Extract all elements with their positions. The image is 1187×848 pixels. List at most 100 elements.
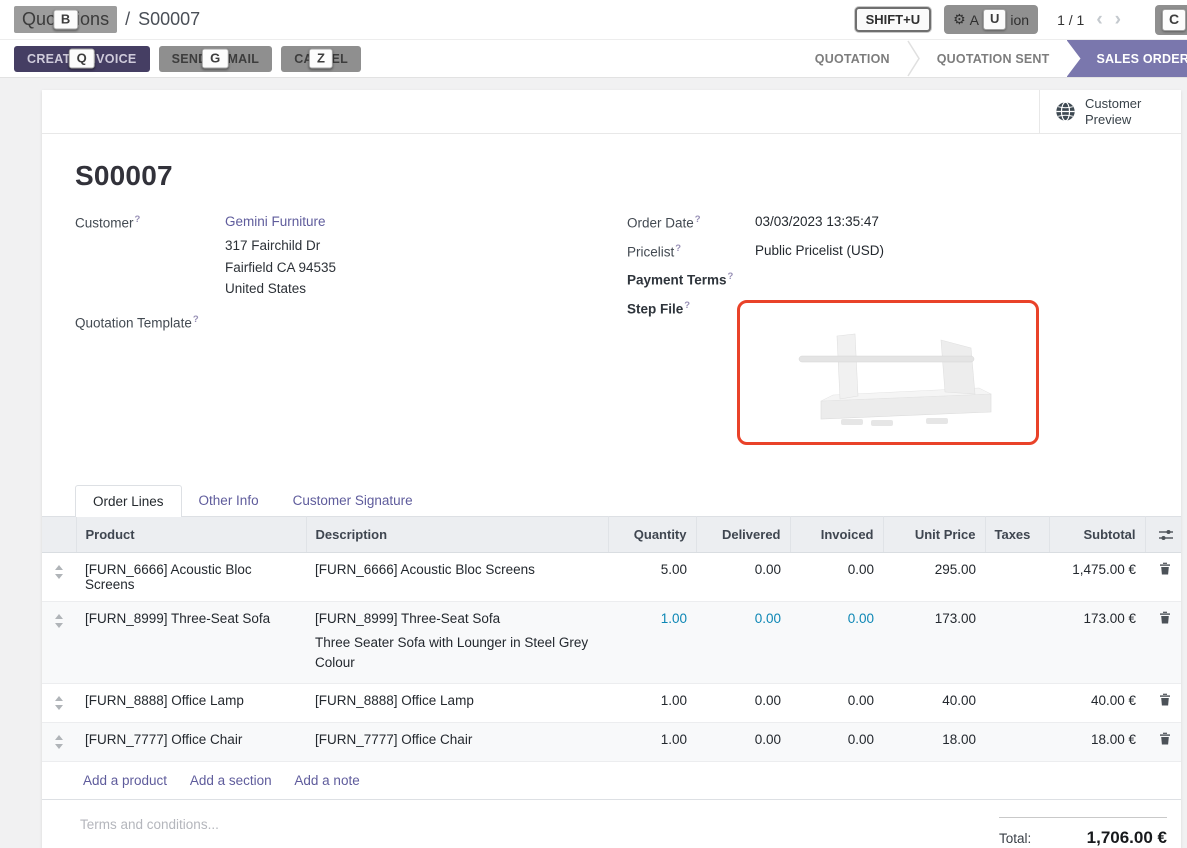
tab-customer-signature[interactable]: Customer Signature [276, 485, 430, 516]
new-record-button[interactable]: C [1155, 5, 1187, 35]
keyboard-hint-shift-u: SHIFT+U [855, 7, 932, 32]
help-icon: ? [193, 314, 199, 325]
terms-and-conditions-input[interactable]: Terms and conditions... [80, 817, 219, 848]
3d-part-preview [741, 306, 1035, 439]
cancel-button[interactable]: CANCEL Z [281, 46, 361, 72]
cell-taxes[interactable] [985, 601, 1049, 684]
add-a-section-link[interactable]: Add a section [190, 773, 272, 788]
statusbar: QUOTATION QUOTATION SENT SALES ORDER [798, 40, 1187, 77]
cell-delivered[interactable]: 0.00 [696, 684, 790, 723]
column-subtotal: Subtotal [1049, 516, 1145, 552]
updown-arrows-icon [54, 696, 64, 710]
delete-row-button[interactable] [1145, 552, 1181, 601]
gear-icon: ⚙ [953, 11, 966, 28]
cell-subtotal: 1,475.00 € [1049, 552, 1145, 601]
cell-description[interactable]: [FURN_8888] Office Lamp [306, 684, 608, 723]
cell-description[interactable]: [FURN_6666] Acoustic Bloc Screens [306, 552, 608, 601]
handle-column-header [42, 516, 76, 552]
delete-row-button[interactable] [1145, 723, 1181, 762]
row-drag-handle[interactable] [42, 684, 76, 723]
cell-delivered[interactable]: 0.00 [696, 552, 790, 601]
status-step-quotation-sent[interactable]: QUOTATION SENT [920, 40, 1067, 77]
action-menu-button[interactable]: ⚙ A U ion [944, 5, 1038, 33]
status-step-quotation[interactable]: QUOTATION [798, 40, 907, 77]
field-quotation-template: Quotation Template? [75, 314, 627, 331]
chevron-right-icon[interactable]: › [1115, 10, 1121, 29]
tab-other-info[interactable]: Other Info [182, 485, 276, 516]
trash-icon [1159, 611, 1171, 624]
order-lines-table: Product Description Quantity Delivered I… [42, 516, 1181, 801]
cell-description[interactable]: [FURN_7777] Office Chair [306, 723, 608, 762]
keyboard-hint-c: C [1162, 9, 1186, 31]
cell-invoiced[interactable]: 0.00 [790, 684, 883, 723]
cell-product[interactable]: [FURN_6666] Acoustic Bloc Screens [76, 552, 306, 601]
column-product: Product [76, 516, 306, 552]
navbar-controls: SHIFT+U ⚙ A U ion 1 / 1 ‹ › [855, 5, 1121, 33]
payment-terms-label: Payment Terms? [627, 271, 755, 288]
table-row: [FURN_7777] Office Chair [FURN_7777] Off… [42, 723, 1181, 762]
cell-quantity[interactable]: 1.00 [608, 601, 696, 684]
breadcrumb: Quotations B / S00007 [14, 6, 200, 33]
delete-row-button[interactable] [1145, 684, 1181, 723]
cell-invoiced[interactable]: 0.00 [790, 723, 883, 762]
pager-value: 1 / 1 [1057, 12, 1084, 28]
total-value: 1,706.00 € [1087, 828, 1167, 848]
help-icon: ? [728, 271, 734, 282]
table-row: [FURN_6666] Acoustic Bloc Screens [FURN_… [42, 552, 1181, 601]
action-menu-label-pre: A [970, 12, 979, 28]
cell-taxes[interactable] [985, 552, 1049, 601]
cell-taxes[interactable] [985, 723, 1049, 762]
customer-preview-label: Customer Preview [1085, 96, 1141, 127]
field-grid: Customer? Gemini Furniture 317 Fairchild… [75, 214, 1181, 457]
field-order-date: Order Date? 03/03/2023 13:35:47 [627, 214, 1181, 231]
row-drag-handle[interactable] [42, 601, 76, 684]
breadcrumb-record: S00007 [138, 9, 200, 30]
breadcrumb-app-link[interactable]: Quotations B [14, 6, 117, 33]
cell-product[interactable]: [FURN_8999] Three-Seat Sofa [76, 601, 306, 684]
action-menu-label-post: ion [1010, 12, 1029, 28]
cell-unit-price[interactable]: 173.00 [883, 601, 985, 684]
add-a-note-link[interactable]: Add a note [294, 773, 359, 788]
chevron-left-icon[interactable]: ‹ [1096, 10, 1102, 29]
tab-order-lines[interactable]: Order Lines [75, 485, 182, 517]
keyboard-hint-q: Q [69, 48, 95, 69]
updown-arrows-icon [54, 735, 64, 749]
cell-delivered[interactable]: 0.00 [696, 601, 790, 684]
send-email-button[interactable]: SEND EMAIL G [159, 46, 273, 72]
delete-row-button[interactable] [1145, 601, 1181, 684]
total-block: Total: 1,706.00 € [999, 817, 1167, 848]
cell-invoiced[interactable]: 0.00 [790, 552, 883, 601]
keyboard-hint-b: B [53, 9, 78, 30]
form-sheet: Customer Preview S00007 Customer? Gemini… [42, 90, 1181, 848]
cell-invoiced[interactable]: 0.00 [790, 601, 883, 684]
table-footer-links: Add a product Add a section Add a note [42, 762, 1181, 800]
cell-product[interactable]: [FURN_8888] Office Lamp [76, 684, 306, 723]
cell-description[interactable]: [FURN_8999] Three-Seat SofaThree Seater … [306, 601, 608, 684]
add-a-product-link[interactable]: Add a product [83, 773, 167, 788]
cell-quantity[interactable]: 1.00 [608, 723, 696, 762]
customer-preview-button[interactable]: Customer Preview [1039, 90, 1181, 133]
row-drag-handle[interactable] [42, 723, 76, 762]
cell-unit-price[interactable]: 18.00 [883, 723, 985, 762]
order-date-value[interactable]: 03/03/2023 13:35:47 [755, 214, 879, 231]
breadcrumb-app-post: ions [76, 9, 109, 29]
notebook-tabs: Order Lines Other Info Customer Signatur… [75, 485, 1181, 516]
customer-address: 317 Fairchild Dr Fairfield CA 94535 Unit… [225, 235, 336, 300]
row-drag-handle[interactable] [42, 552, 76, 601]
cell-quantity[interactable]: 1.00 [608, 684, 696, 723]
cell-product[interactable]: [FURN_7777] Office Chair [76, 723, 306, 762]
create-invoice-button[interactable]: CREATE INVOICE Q [14, 46, 150, 72]
pricelist-value[interactable]: Public Pricelist (USD) [755, 243, 884, 260]
status-step-sales-order[interactable]: SALES ORDER [1067, 40, 1187, 77]
cell-unit-price[interactable]: 40.00 [883, 684, 985, 723]
page-title: S00007 [75, 160, 1181, 192]
cell-taxes[interactable] [985, 684, 1049, 723]
field-payment-terms: Payment Terms? [627, 271, 1181, 288]
cell-unit-price[interactable]: 295.00 [883, 552, 985, 601]
cell-quantity[interactable]: 5.00 [608, 552, 696, 601]
top-navbar: Quotations B / S00007 SHIFT+U ⚙ A U ion … [0, 0, 1187, 40]
sheet-bottom: Terms and conditions... Total: 1,706.00 … [42, 800, 1181, 848]
cell-delivered[interactable]: 0.00 [696, 723, 790, 762]
optional-columns-toggle[interactable] [1145, 516, 1181, 552]
customer-link[interactable]: Gemini Furniture [225, 214, 326, 229]
